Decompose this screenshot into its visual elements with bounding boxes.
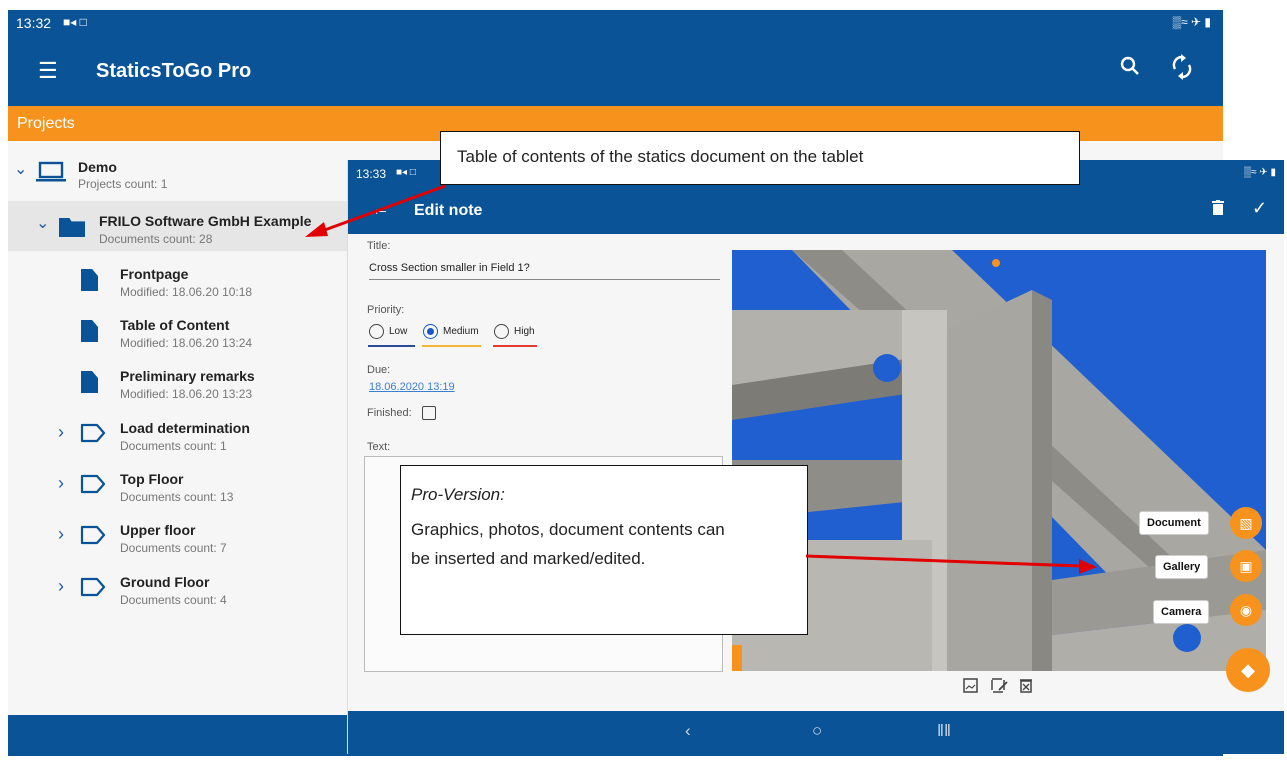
toc-arrow-line: [321, 184, 446, 233]
screenshot-stage: 13:32 ■◂ □ ▒≈ ✈ ▮ ☰ StaticsToGo Pro Proj…: [0, 0, 1287, 760]
pro-arrow-line: [805, 554, 1081, 568]
toc-arrow-head: [305, 222, 328, 237]
pro-arrow-head: [1079, 559, 1097, 574]
callout-arrows: [305, 184, 1097, 574]
